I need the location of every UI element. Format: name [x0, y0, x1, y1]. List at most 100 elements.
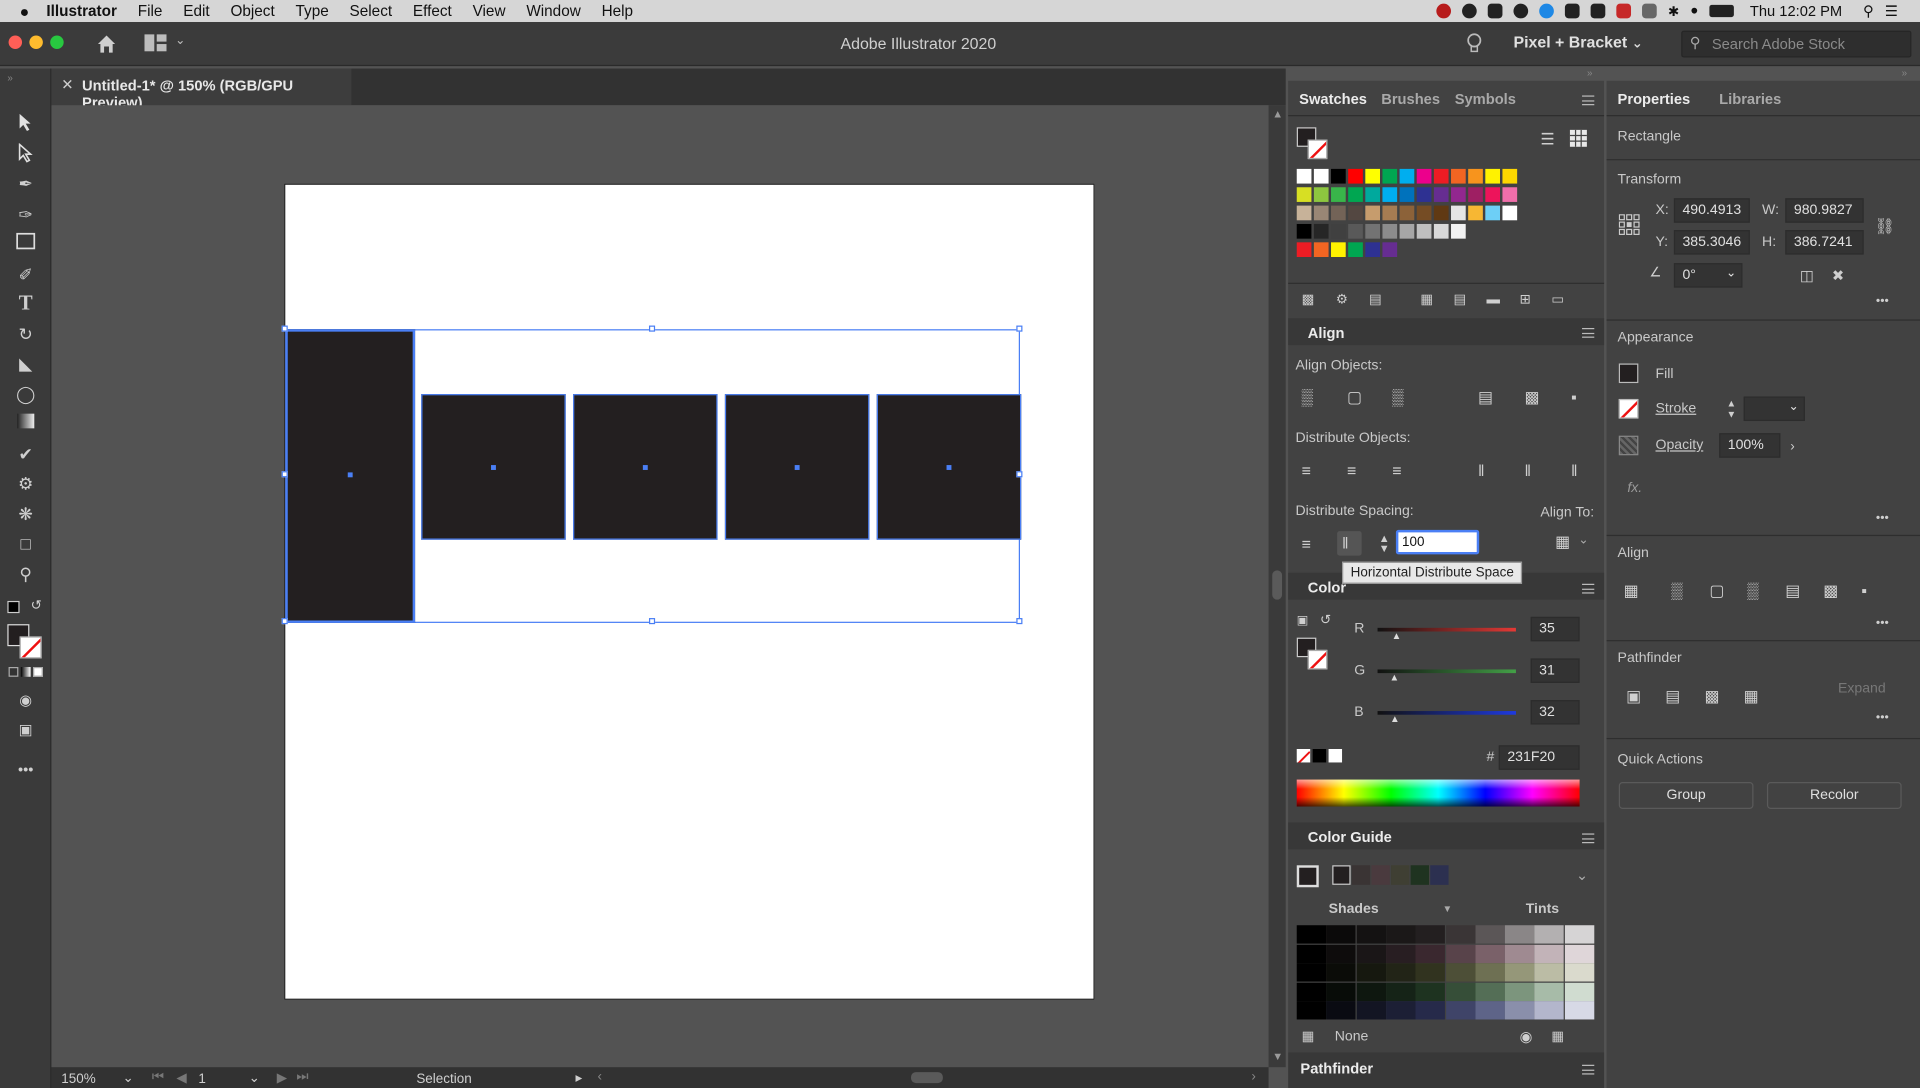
- color-swatch[interactable]: [1451, 187, 1466, 202]
- black-color-swatch[interactable]: [1312, 748, 1327, 763]
- variation-swatch[interactable]: [1415, 1001, 1446, 1020]
- color-guide-title[interactable]: Color Guide: [1308, 829, 1392, 846]
- panel-menu-icon[interactable]: [1582, 327, 1595, 338]
- window-minimize-button[interactable]: [29, 35, 43, 49]
- bounding-handle[interactable]: [648, 325, 656, 332]
- menu-file[interactable]: File: [138, 2, 163, 19]
- bounding-handle[interactable]: [281, 325, 288, 332]
- height-input[interactable]: 386.7241: [1785, 230, 1864, 255]
- color-swatch[interactable]: [1331, 242, 1346, 258]
- chevron-down-icon[interactable]: ⌄: [1578, 534, 1588, 547]
- color-swatch[interactable]: [1468, 187, 1483, 202]
- bounding-handle[interactable]: [1016, 471, 1023, 478]
- stroke-swatch[interactable]: [1307, 649, 1328, 670]
- variation-swatch[interactable]: [1475, 944, 1505, 963]
- variation-swatch[interactable]: [1534, 944, 1565, 963]
- variation-swatch[interactable]: [1534, 1001, 1565, 1020]
- unite-icon[interactable]: ▣: [1626, 687, 1641, 705]
- chevron-down-icon[interactable]: ⌄: [1576, 866, 1588, 883]
- minus-front-icon[interactable]: ▤: [1665, 687, 1680, 705]
- chevron-down-icon[interactable]: ⌄: [249, 1070, 260, 1086]
- panel-menu-icon[interactable]: [1582, 583, 1595, 594]
- grid-view-icon[interactable]: [1569, 129, 1587, 147]
- arrange-documents-icon[interactable]: [144, 34, 167, 52]
- last-artboard-icon[interactable]: ⏭: [296, 1070, 308, 1086]
- color-swatch[interactable]: [1416, 168, 1432, 184]
- panel-menu-icon[interactable]: [1582, 95, 1595, 106]
- gradient-mode-icon[interactable]: [20, 666, 31, 677]
- color-swatch[interactable]: [1331, 187, 1346, 202]
- wifi-icon[interactable]: ●: [1690, 4, 1698, 19]
- chevron-down-icon[interactable]: ⌄: [1726, 267, 1736, 280]
- variation-swatch[interactable]: [1564, 944, 1594, 963]
- horizontal-align-left-icon[interactable]: ▒: [1302, 389, 1313, 406]
- color-swatch[interactable]: [1502, 168, 1518, 184]
- variation-swatch[interactable]: [1385, 925, 1416, 944]
- variation-swatch[interactable]: [1564, 1001, 1594, 1020]
- variation-swatch[interactable]: [1505, 982, 1535, 1001]
- eraser-tool-icon[interactable]: ◣: [13, 352, 37, 374]
- intersect-icon[interactable]: ▩: [1704, 687, 1719, 705]
- artboard-number[interactable]: 1: [198, 1072, 206, 1087]
- constrain-proportions-icon[interactable]: ⛓: [1875, 217, 1895, 235]
- variation-swatch[interactable]: [1326, 982, 1356, 1001]
- control-center-icon[interactable]: ☰: [1885, 2, 1898, 19]
- menu-app-name[interactable]: Illustrator: [46, 2, 117, 19]
- swap-colors-icon[interactable]: ↺: [1320, 612, 1331, 629]
- color-swatch[interactable]: [1451, 168, 1466, 184]
- stroke-swatch[interactable]: [1618, 398, 1639, 419]
- status-menu-icon[interactable]: ▸: [576, 1070, 583, 1086]
- color-swatch[interactable]: [1433, 223, 1449, 239]
- group-button[interactable]: Group: [1618, 782, 1754, 809]
- status-app-icon[interactable]: [1616, 3, 1632, 19]
- new-color-group-icon[interactable]: ▦: [1420, 291, 1433, 308]
- bounding-handle[interactable]: [648, 618, 656, 625]
- color-swatch[interactable]: [1382, 242, 1398, 258]
- distribute-spacing-input[interactable]: 100: [1395, 529, 1480, 555]
- default-colors-icon[interactable]: ▣: [1297, 613, 1309, 630]
- symbol-sprayer-tool-icon[interactable]: ❋: [13, 503, 37, 525]
- trash-icon[interactable]: ▭: [1551, 291, 1564, 308]
- color-swatch[interactable]: [1399, 205, 1415, 221]
- variation-swatch[interactable]: [1445, 1001, 1475, 1020]
- close-icon[interactable]: ✕: [61, 76, 73, 93]
- color-swatch[interactable]: [1433, 205, 1449, 221]
- window-zoom-button[interactable]: [50, 35, 64, 49]
- edit-colors-icon[interactable]: ◉: [1520, 1028, 1533, 1045]
- vertical-align-top-icon[interactable]: ▤: [1478, 389, 1493, 406]
- variation-swatch[interactable]: [1415, 925, 1446, 944]
- variation-swatch[interactable]: [1356, 944, 1386, 963]
- panel-menu-icon[interactable]: [1582, 1064, 1595, 1075]
- fill-swatch[interactable]: [1618, 363, 1639, 384]
- horizontal-distribute-right-icon[interactable]: ‖: [1571, 462, 1578, 480]
- folder-icon[interactable]: ▬: [1487, 291, 1500, 308]
- color-swatch[interactable]: [1331, 205, 1346, 221]
- align-panel-title[interactable]: Align: [1308, 324, 1345, 341]
- tab-brushes[interactable]: Brushes: [1381, 91, 1440, 108]
- horizontal-align-right-icon[interactable]: ▒: [1392, 389, 1403, 406]
- color-swatch[interactable]: [1382, 187, 1398, 202]
- hex-input[interactable]: 231F20: [1498, 745, 1580, 770]
- menu-select[interactable]: Select: [350, 2, 393, 19]
- status-tool-label[interactable]: Selection: [416, 1072, 471, 1087]
- variation-swatch[interactable]: [1296, 925, 1327, 944]
- rectangle-tool-icon[interactable]: [13, 232, 37, 255]
- variation-swatch[interactable]: [1534, 925, 1565, 944]
- variation-swatch[interactable]: [1505, 1001, 1535, 1020]
- chevron-down-icon[interactable]: ⌄: [122, 1070, 133, 1086]
- white-color-swatch[interactable]: [1328, 748, 1343, 763]
- color-swatch[interactable]: [1331, 223, 1346, 239]
- horizontal-align-left-icon[interactable]: ▒: [1671, 582, 1682, 600]
- rotate-angle-input[interactable]: 0° ⌄: [1673, 263, 1743, 288]
- stroke-weight-input[interactable]: ⌄: [1743, 396, 1805, 422]
- vertical-distribute-space-icon[interactable]: ≡: [1302, 535, 1311, 553]
- color-swatch[interactable]: [1382, 223, 1398, 239]
- color-swatch[interactable]: [1296, 242, 1312, 258]
- harmony-swatch[interactable]: [1410, 865, 1429, 885]
- canvas[interactable]: [51, 105, 1269, 1068]
- tab-symbols[interactable]: Symbols: [1455, 91, 1516, 108]
- variation-swatch[interactable]: [1326, 944, 1356, 963]
- color-swatch[interactable]: [1313, 223, 1329, 239]
- status-app-icon[interactable]: [1539, 3, 1555, 19]
- variation-swatch[interactable]: [1445, 982, 1475, 1001]
